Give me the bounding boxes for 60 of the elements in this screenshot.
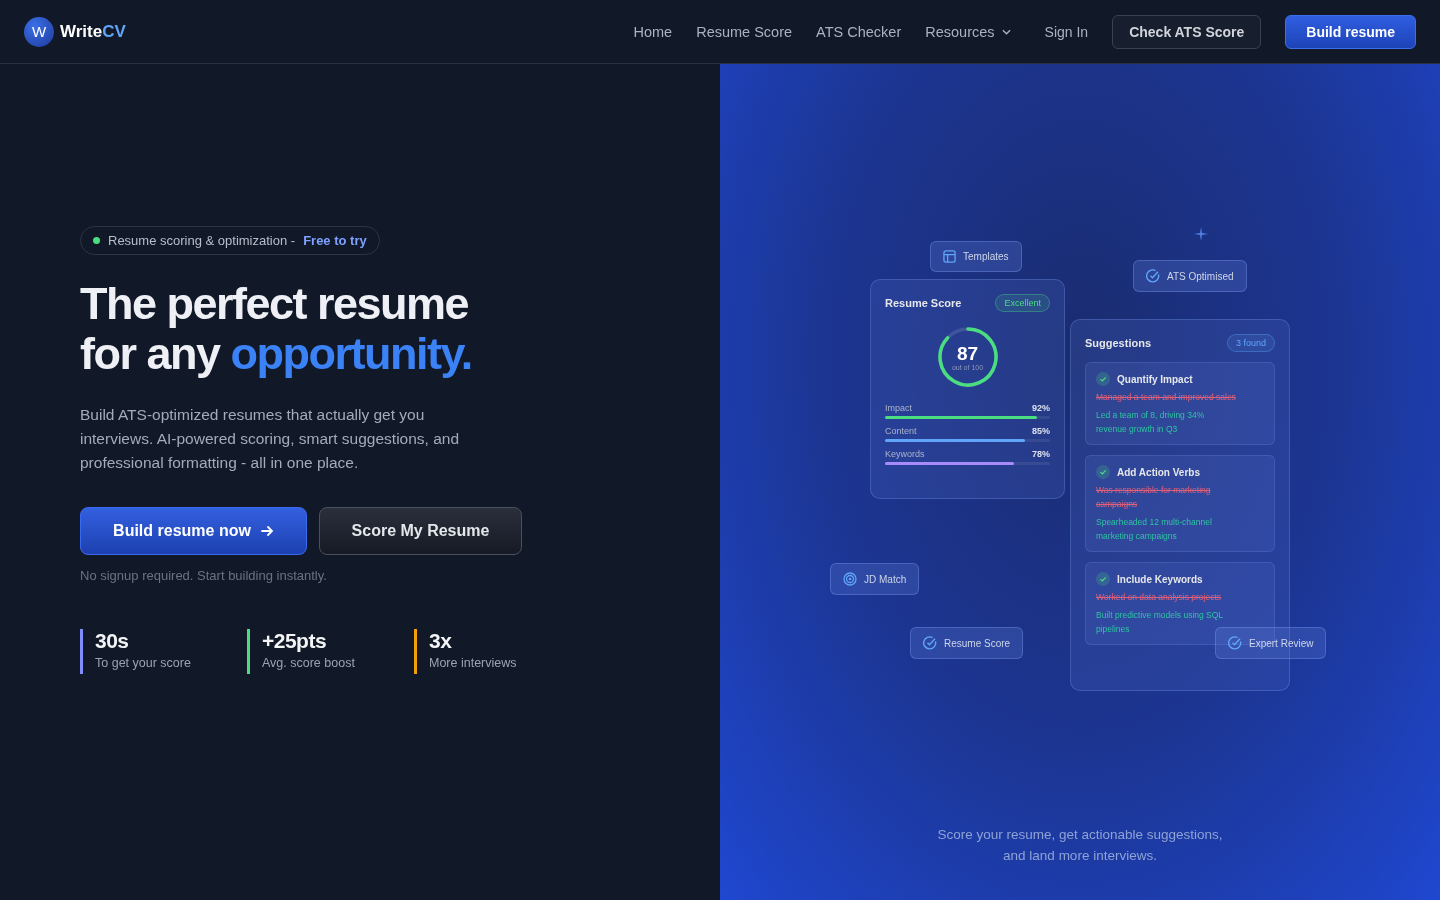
sparkle-icon [1194,227,1208,241]
caption-text: Score your resume, get actionable suggestions, [936,827,1224,842]
card-title: Resume Score [885,297,962,309]
nav-link[interactable]: Resume Score [696,23,793,40]
build-resume-now-button[interactable]: Build resume now [80,507,307,555]
score-my-resume-button[interactable]: Score My Resume [319,507,522,555]
check-circle-icon [1228,636,1242,650]
stat-value: 3x [429,629,453,653]
free-to-try-text: Free to try [303,233,367,248]
signup-note: No signup required. Start building instantly. [80,568,328,583]
caption-text: and land more interviews. [1002,848,1158,863]
headline: The perfect resume for any opportunity. [80,279,473,379]
chip-label: ATS Optimised [1167,270,1234,282]
stat-label: Avg. score boost [262,656,355,670]
suggestion-title: Include Keywords [1117,573,1203,585]
nav-link[interactable]: ATS Checker [816,23,902,40]
chip-label: Templates [963,251,1009,262]
original-text: Worked on data analysis projects [1096,591,1223,604]
check-circle-icon [1146,269,1160,283]
hero-subtitle: Build ATS-optimized resumes that actually get you interviews. AI-powered scoring, smart suggestions, and professional formatting - all in one place. [80,405,461,473]
logo-icon: W [24,16,54,47]
check-ats-button[interactable]: Check ATS Score [1112,14,1262,49]
metric-value: 85% [1032,426,1050,436]
metric-name: Keywords [885,449,925,459]
original-text: Managed a team and improved sales [1096,391,1237,404]
arrow-right-icon [259,524,274,538]
score-value: 87 [956,343,979,364]
tagline-text: Resume scoring & optimization - [108,233,296,248]
check-icon [1096,372,1110,386]
improved-text: Spearheaded 12 multi-channel marketing campaigns [1096,516,1213,543]
check-circle-icon [923,636,937,650]
status-dot [93,237,100,244]
chip-label: Resume Score [944,637,1011,649]
stat-value: +25pts [262,629,328,653]
suggestion-title: Add Action Verbs [1117,466,1200,478]
improved-text: Led a team of 8, driving 34% revenue growth in Q3 [1096,409,1206,436]
stat-value: 30s [95,629,130,653]
sign-in-link[interactable]: Sign In [1044,23,1089,40]
layout-icon [943,250,956,263]
metric-name: Content [885,426,917,436]
check-icon [1096,465,1110,479]
stat-label: More interviews [429,656,517,670]
metric-name: Impact [885,403,912,413]
brand-name[interactable]: WriteCV [60,21,126,42]
target-icon [843,572,857,586]
build-resume-button[interactable]: Build resume [1285,14,1416,49]
card-title: Suggestions [1085,337,1151,349]
chip-label: JD Match [864,573,907,585]
improved-text: Built predictive models using SQL pipelines [1096,609,1224,636]
metric-value: 78% [1032,449,1050,459]
nav-link[interactable]: Resources [925,23,1011,40]
metric-value: 92% [1032,403,1050,413]
stat-label: To get your score [95,656,191,670]
original-text: Was responsible for marketing campaigns [1096,484,1212,511]
chip-label: Expert Review [1249,637,1314,649]
suggestion-title: Quantify Impact [1117,373,1193,385]
nav-link[interactable]: Home [633,23,673,40]
found-count-badge: 3 found [1226,334,1275,352]
check-icon [1096,572,1110,586]
excellent-badge: Excellent [995,294,1050,312]
